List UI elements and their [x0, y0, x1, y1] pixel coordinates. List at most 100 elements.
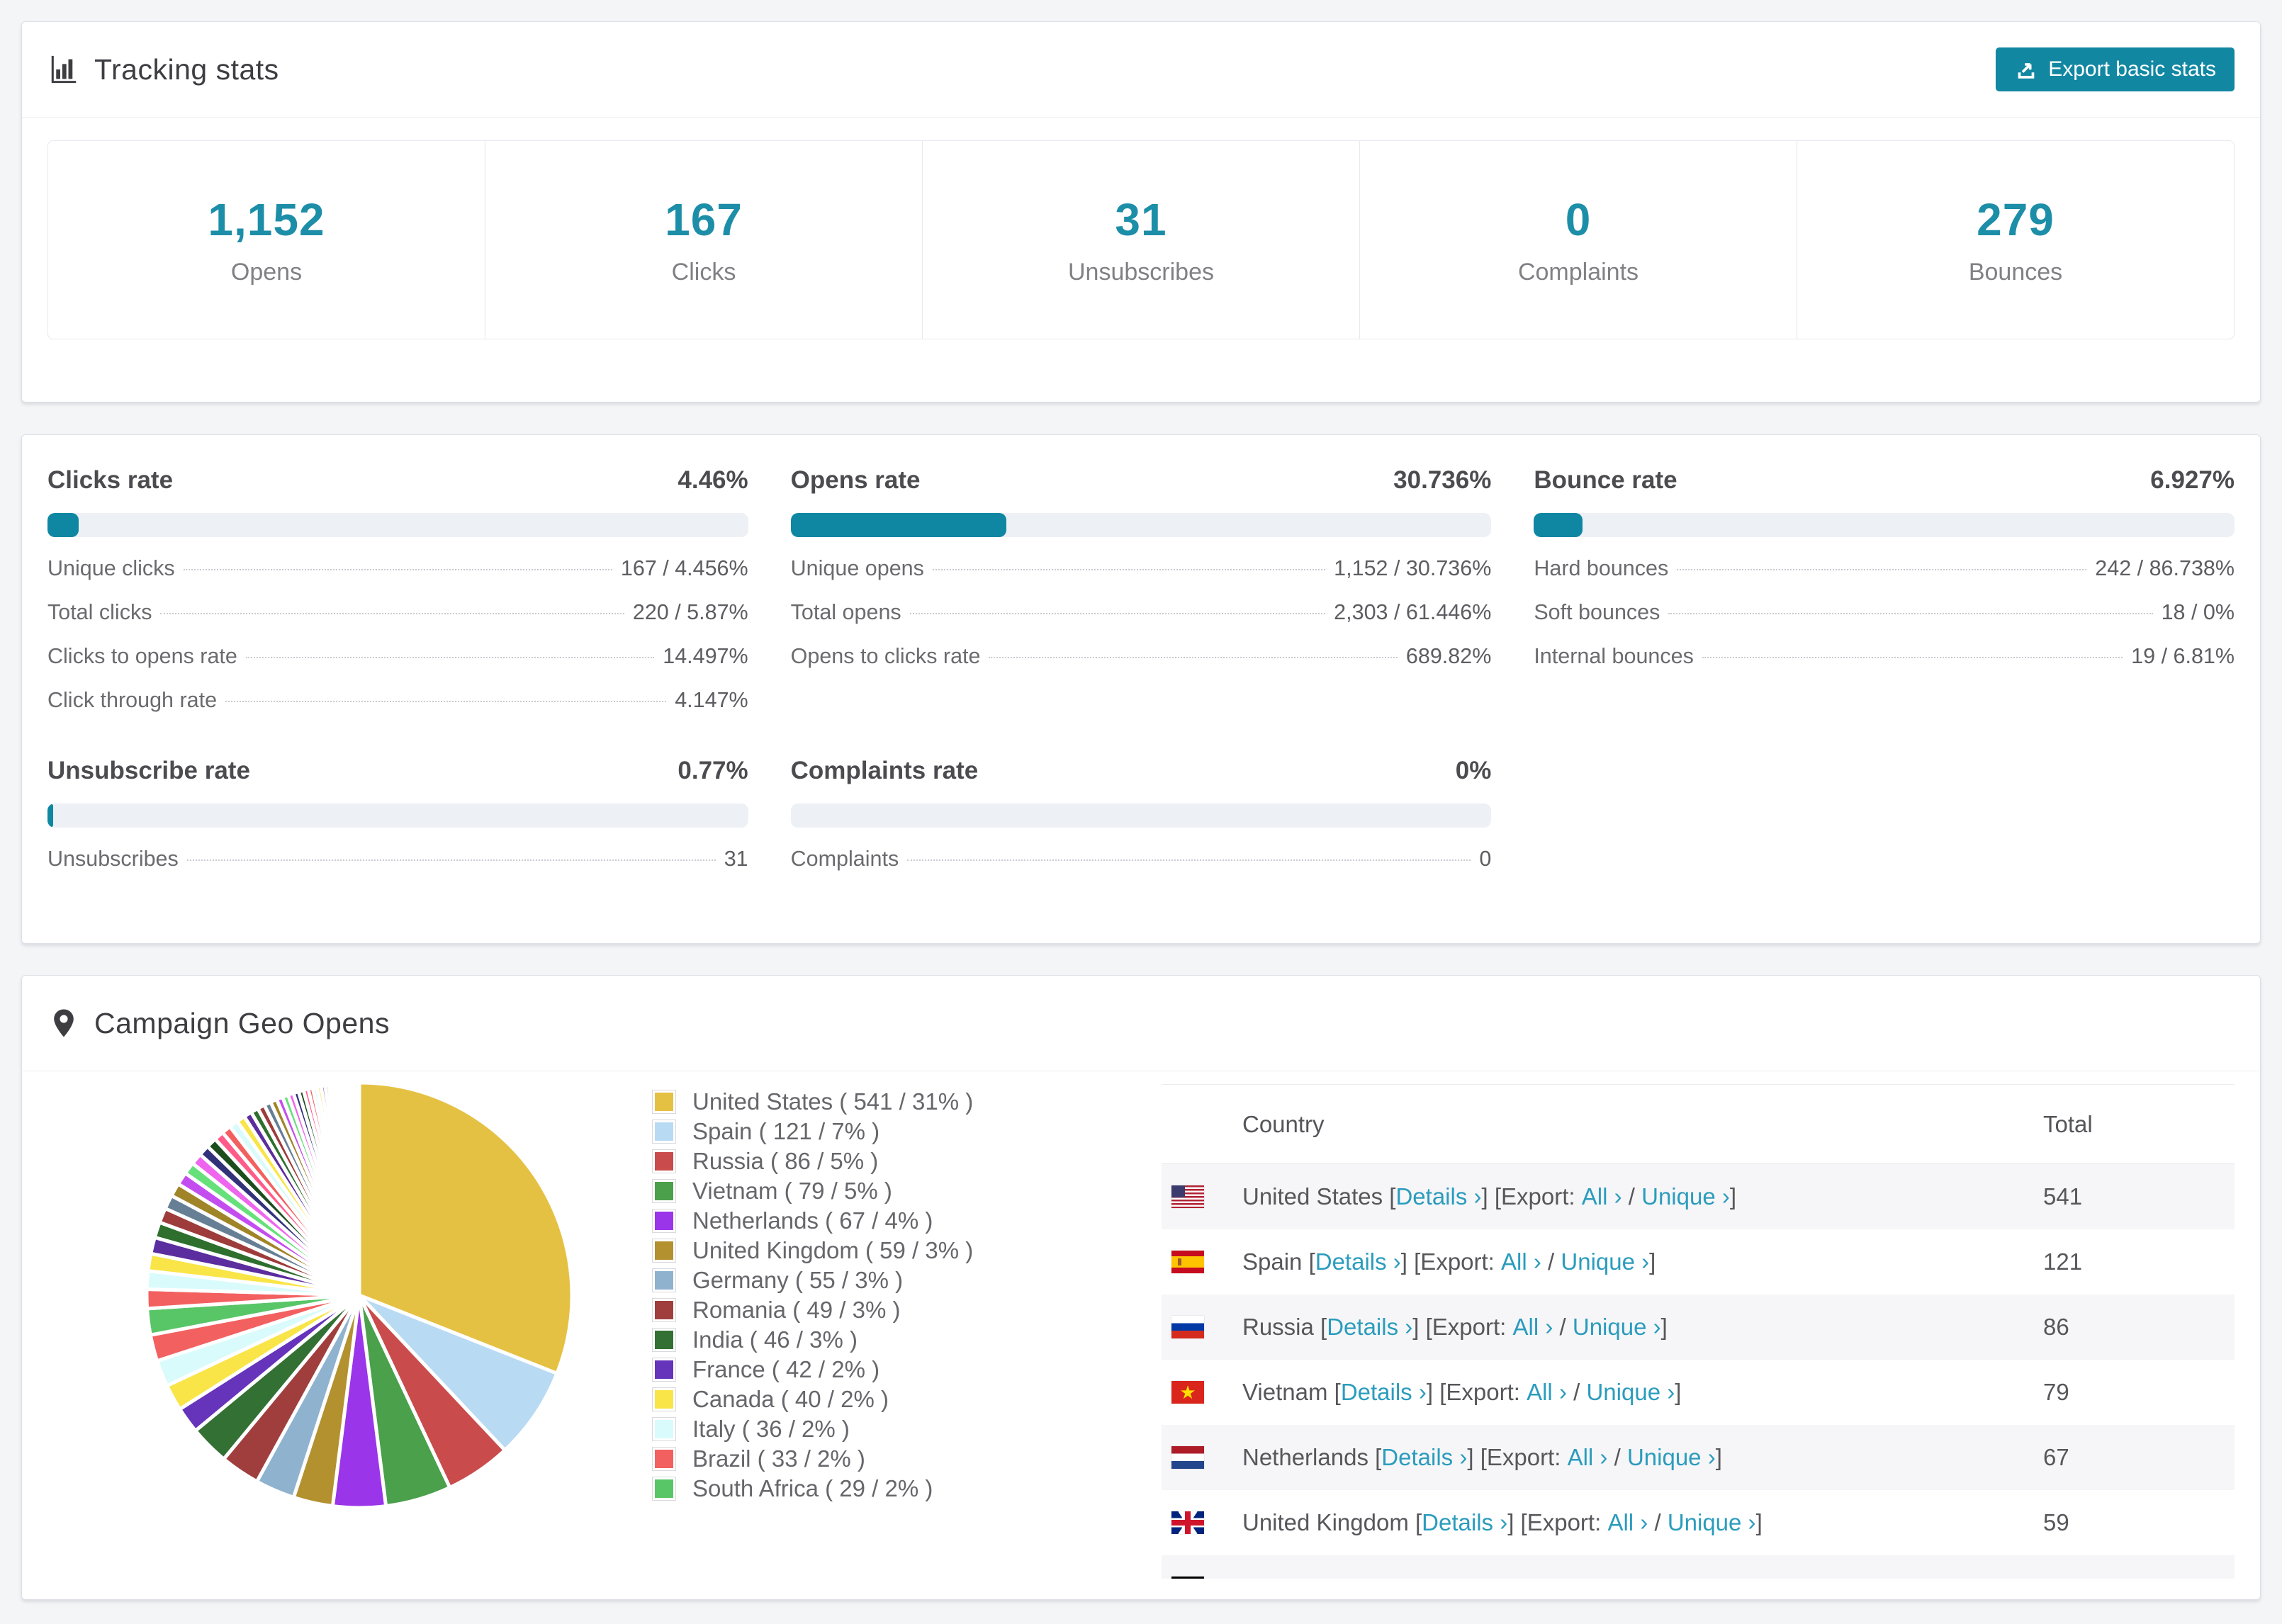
legend-label: Spain ( 121 / 7% ): [692, 1118, 880, 1144]
legend-item[interactable]: Netherlands ( 67 / 4% ): [653, 1206, 1146, 1236]
country-cell: Spain [Details ›] [Export: All › / Uniqu…: [1242, 1248, 1656, 1275]
legend-swatch: [653, 1269, 675, 1292]
legend-item[interactable]: United Kingdom ( 59 / 3% ): [653, 1236, 1146, 1265]
dotted-leader: [932, 569, 1326, 570]
rate-detail-label: Complaints: [790, 847, 899, 871]
dotted-leader: [1702, 657, 2123, 658]
details-link[interactable]: Details ›: [1395, 1183, 1481, 1210]
export-all-link[interactable]: All ›: [1568, 1444, 1608, 1471]
dotted-leader: [245, 657, 655, 658]
export-unique-link[interactable]: Unique ›: [1597, 1574, 1686, 1579]
rates-grid: Clicks rate 4.46% Unique clicks 167 / 4.456…: [22, 435, 2260, 872]
dotted-leader: [225, 701, 667, 702]
legend-item[interactable]: France ( 42 / 2% ): [653, 1355, 1146, 1385]
export-all-link[interactable]: All ›: [1527, 1379, 1567, 1406]
legend-label: India ( 46 / 3% ): [692, 1326, 858, 1353]
legend-item[interactable]: Vietnam ( 79 / 5% ): [653, 1176, 1146, 1206]
rate-detail-value: 0: [1479, 847, 1492, 871]
country-cell: United States [Details ›] [Export: All ›…: [1242, 1183, 1737, 1210]
rate-head: Complaints rate 0%: [791, 757, 1492, 785]
details-link[interactable]: Details ›: [1381, 1444, 1467, 1471]
legend-item[interactable]: Italy ( 36 / 2% ): [653, 1414, 1146, 1444]
legend-swatch: [653, 1180, 675, 1202]
legend-item[interactable]: Brazil ( 33 / 2% ): [653, 1444, 1146, 1474]
rate-block: Unsubscribe rate 0.77% Unsubscribes 31: [47, 757, 748, 872]
dotted-leader: [989, 657, 1398, 658]
de-flag-icon: [1171, 1577, 1204, 1579]
export-all-link[interactable]: All ›: [1582, 1183, 1622, 1210]
legend-item[interactable]: Spain ( 121 / 7% ): [653, 1117, 1146, 1146]
rate-block: Opens rate 30.736% Unique opens 1,152 / 30.…: [790, 466, 1492, 713]
stat-value: 1,152: [208, 194, 325, 245]
progress-bar-fill: [47, 803, 53, 828]
rate-title: Opens rate: [790, 466, 921, 494]
tracking-stats-header: Tracking stats Export basic stats: [22, 22, 2260, 118]
legend-item[interactable]: United States ( 541 / 31% ): [653, 1087, 1146, 1117]
details-link[interactable]: Details ›: [1422, 1509, 1507, 1536]
export-unique-link[interactable]: Unique ›: [1641, 1183, 1730, 1210]
stat-label: Opens: [230, 259, 303, 286]
export-unique-link[interactable]: Unique ›: [1561, 1248, 1649, 1275]
legend-item[interactable]: Germany ( 55 / 3% ): [653, 1265, 1146, 1295]
export-unique-link[interactable]: Unique ›: [1627, 1444, 1716, 1471]
rate-detail-label: Unsubscribes: [47, 847, 179, 871]
rate-value: 0.77%: [678, 757, 748, 784]
export-unique-link[interactable]: Unique ›: [1668, 1509, 1756, 1536]
rate-detail-label: Unique clicks: [47, 556, 175, 580]
details-link[interactable]: Details ›: [1351, 1574, 1437, 1579]
stat-value: 31: [1115, 194, 1167, 245]
dotted-leader: [160, 613, 624, 614]
stat-cell: 279 Bounces: [1797, 141, 2234, 339]
export-all-link[interactable]: All ›: [1513, 1314, 1553, 1341]
rate-detail-row: Soft bounces 18 / 0%: [1534, 600, 2235, 625]
rate-title: Complaints rate: [790, 757, 979, 784]
export-basic-stats-button[interactable]: Export basic stats: [1996, 47, 2235, 91]
stat-value: 279: [1977, 194, 2055, 245]
total-cell: 86: [2043, 1314, 2069, 1340]
rate-detail-label: Total opens: [790, 600, 901, 624]
legend-item[interactable]: Romania ( 49 / 3% ): [653, 1295, 1146, 1325]
stats-wrap: 1,152 Opens 167 Clicks 31 Unsubscribes 0 Compla…: [22, 118, 2260, 362]
export-label: [Export:: [1414, 1248, 1495, 1275]
dotted-leader: [183, 569, 612, 570]
export-all-link[interactable]: All ›: [1501, 1248, 1541, 1275]
rate-detail-row: Unsubscribes 31: [47, 847, 748, 872]
export-all-link[interactable]: All ›: [1607, 1509, 1648, 1536]
stat-cell: 0 Complaints: [1359, 141, 1797, 339]
stat-label: Unsubscribes: [1068, 259, 1214, 286]
dotted-leader: [186, 859, 716, 861]
export-all-link[interactable]: All ›: [1537, 1574, 1578, 1579]
legend-item[interactable]: Russia ( 86 / 5% ): [653, 1146, 1146, 1176]
rate-detail-value: 1,152 / 30.736%: [1334, 556, 1492, 580]
legend-item[interactable]: South Africa ( 29 / 2% ): [653, 1474, 1146, 1504]
stat-label: Bounces: [1968, 259, 2063, 286]
legend-item[interactable]: Canada ( 40 / 2% ): [653, 1385, 1146, 1414]
rate-detail-rows: Unique clicks 167 / 4.456% Total clicks 220…: [47, 556, 748, 713]
legend-item[interactable]: India ( 46 / 3% ): [653, 1325, 1146, 1355]
export-unique-link[interactable]: Unique ›: [1586, 1379, 1675, 1406]
rate-detail-row: Total opens 2,303 / 61.446%: [791, 600, 1492, 625]
rate-detail-value: 242 / 86.738%: [2095, 556, 2235, 580]
legend-label: Vietnam ( 79 / 5% ): [692, 1178, 892, 1204]
rate-head: Bounce rate 6.927%: [1534, 466, 2235, 495]
nl-flag-icon: [1171, 1446, 1204, 1469]
tracking-stats-card: Tracking stats Export basic stats 1,152 O…: [21, 21, 2261, 402]
total-cell: 121: [2043, 1248, 2083, 1275]
rate-detail-row: Complaints 0: [791, 847, 1492, 872]
progress-bar: [790, 513, 1492, 537]
dotted-leader: [909, 613, 1326, 614]
progress-bar: [47, 803, 748, 828]
country-row: Spain [Details ›] [Export: All › / Uniqu…: [1162, 1229, 2235, 1295]
dotted-leader: [1668, 613, 2153, 614]
legend-swatch: [653, 1329, 675, 1351]
country-name: Germany: [1242, 1574, 1339, 1579]
details-link[interactable]: Details ›: [1327, 1314, 1412, 1341]
export-label: [Export:: [1520, 1509, 1602, 1535]
rate-value: 0%: [1455, 757, 1492, 784]
rate-detail-value: 31: [724, 847, 748, 871]
details-link[interactable]: Details ›: [1315, 1248, 1401, 1275]
pie-slice[interactable]: [355, 1081, 361, 1296]
export-unique-link[interactable]: Unique ›: [1573, 1314, 1661, 1341]
es-flag-icon: [1171, 1251, 1204, 1273]
details-link[interactable]: Details ›: [1341, 1379, 1427, 1406]
